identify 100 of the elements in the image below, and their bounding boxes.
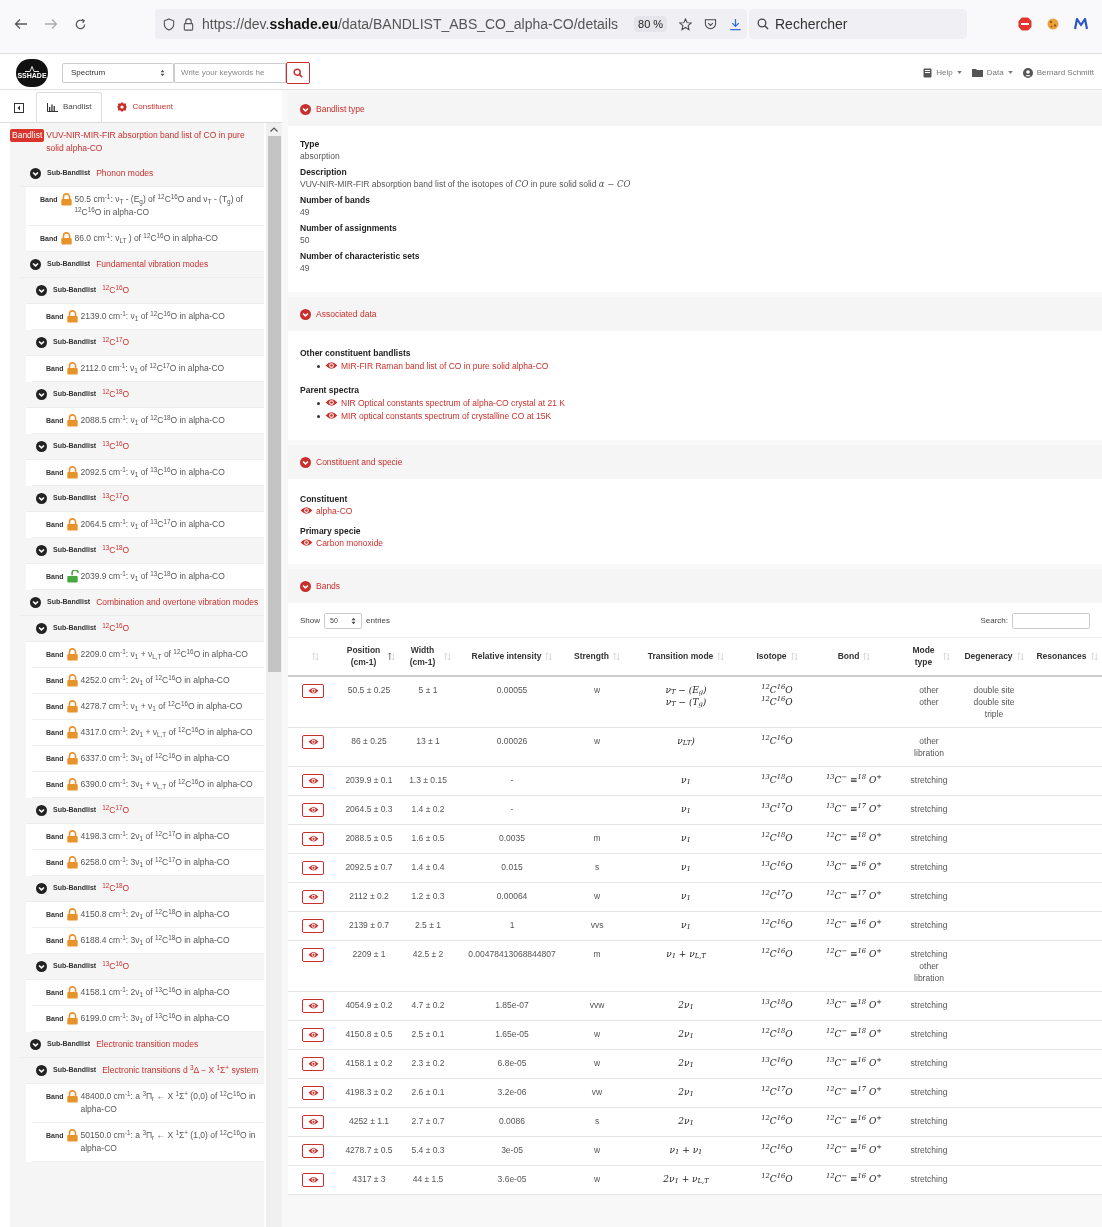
band-link[interactable]: 2064.5 cm$^{-1}$: ν$_{1}$ of $^{13}$C$^{17}$O in alpha-CO	[80, 518, 260, 531]
view-button[interactable]	[302, 1172, 324, 1187]
zoom-level[interactable]: 80 %	[634, 15, 668, 33]
menu-button[interactable]: Data	[971, 66, 1013, 79]
view-button[interactable]	[302, 1027, 324, 1042]
browser-search-field[interactable]: Rechercher	[749, 9, 967, 39]
column-header[interactable]: Bond	[837, 650, 860, 663]
view-button[interactable]	[302, 1085, 324, 1100]
column-header[interactable]: Mode type	[908, 644, 939, 669]
band-link[interactable]: 6199.0 cm$^{-1}$: 3ν$_{1}$ of $^{13}$C$^{16}$O in alpha-CO	[80, 1012, 260, 1025]
bandlist-title[interactable]: VUV-NIR-MIR-FIR absorption band list of CO in pure solid alpha-CO	[46, 129, 264, 155]
data-link[interactable]: MIR-FIR Raman band list of CO in pure solid alpha-CO	[325, 360, 549, 372]
pocket-icon[interactable]	[704, 17, 718, 31]
scroll-thumb[interactable]	[267, 136, 281, 672]
keyword-field[interactable]: Write your keywords he	[174, 62, 286, 83]
band-link[interactable]: 4317.0 cm$^{-1}$: 2ν$_{1}$ + ν$_{L,T}$ of $^{12}$C$^{16}$O in alpha-CO	[80, 726, 260, 739]
section-header[interactable]: Constituent and specie	[288, 445, 1102, 479]
cookie-icon[interactable]	[1046, 17, 1060, 31]
view-button[interactable]	[302, 860, 324, 875]
column-header[interactable]: Degeneracy	[964, 650, 1013, 663]
column-header[interactable]: Isotope	[756, 650, 787, 663]
band-link[interactable]: 6337.0 cm$^{-1}$: 3ν$_{1}$ of $^{12}$C$^{16}$O in alpha-CO	[80, 752, 260, 765]
extension-icon[interactable]	[1074, 18, 1088, 30]
view-button[interactable]	[302, 831, 324, 846]
band-link[interactable]: 4278.7 cm$^{-1}$: ν$_{1}$ + ν$_{1}$ of $^{12}$C$^{16}$O in alpha-CO	[80, 700, 260, 713]
view-button[interactable]	[302, 683, 324, 698]
band-link[interactable]: 2039.9 cm$^{-1}$: ν$_{1}$ of $^{13}$C$^{18}$O in alpha-CO	[80, 570, 260, 583]
table-cell-text: ν$_{T}$ − (E$_{g}$)	[664, 683, 708, 696]
reload-icon[interactable]	[74, 17, 87, 31]
table-search-field[interactable]	[1012, 613, 1090, 630]
table-cell-text: 4278.7 ± 0.5	[344, 1143, 394, 1156]
star-icon[interactable]	[679, 17, 693, 31]
band-link[interactable]: 6390.0 cm$^{-1}$: 3ν$_{1}$ + ν$_{L,T}$ of $^{12}$C$^{16}$O in alpha-CO	[80, 778, 260, 791]
view-button[interactable]	[302, 773, 324, 788]
section-header[interactable]: Associated data	[288, 297, 1102, 331]
eye-icon	[307, 1175, 319, 1184]
view-button[interactable]	[302, 1056, 324, 1071]
column-header[interactable]: Transition mode	[647, 650, 714, 663]
table-cell-text: stretching	[909, 947, 949, 960]
section-header[interactable]: Bands	[288, 569, 1102, 604]
user-menu[interactable]: Bernard Schmitt	[1022, 66, 1094, 79]
table-cell-text: 5.4 ± 0.3	[410, 1143, 446, 1156]
band-link[interactable]: 4158.1 cm$^{-1}$: 2ν$_{1}$ of $^{13}$C$^{16}$O in alpha-CO	[80, 986, 260, 999]
view-button[interactable]	[302, 1114, 324, 1129]
group-label: Parent spectra	[300, 384, 361, 396]
updown-icon	[160, 68, 165, 77]
band-link[interactable]: 4198.3 cm$^{-1}$: 2ν$_{1}$ of $^{12}$C$^{17}$O in alpha-CO	[80, 830, 260, 843]
column-header[interactable]: Relative intensity	[471, 650, 542, 663]
band-link[interactable]: 86.0 cm$^{-1}$: ν$_{LT}$ ) of $^{12}$C$^{16}$O in alpha-CO	[74, 232, 260, 245]
band-link[interactable]: 6258.0 cm$^{-1}$: 3ν$_{1}$ of $^{12}$C$^{17}$O in alpha-CO	[80, 856, 260, 869]
scroll-up-icon[interactable]	[270, 127, 278, 132]
view-button[interactable]	[302, 889, 324, 904]
view-button[interactable]	[302, 802, 324, 817]
data-link[interactable]: Carbon monoxide	[300, 536, 384, 549]
band-link[interactable]: 48400.0 cm$^{-1}$: a $^{3}$Π$_{r}$ ← X $^{1}$Σ$^{+}$ (0,0) of $^{12}$C$^{16}$O in alpha-CO	[80, 1090, 260, 1116]
data-link[interactable]: MIR optical constants spectrum of crystalline CO at 15K	[325, 410, 552, 422]
band-link[interactable]: 6188.4 cm$^{-1}$: 3ν$_{1}$ of $^{12}$C$^{18}$O in alpha-CO	[80, 934, 260, 947]
show-label: Show	[300, 615, 320, 628]
band-link[interactable]: 50.5 cm$^{-1}$: ν$_{T}$ - (E$_{g}$) of $^{12}$C$^{16}$O and ν$_{T}$ - (T$_{g}$) of $^{12}$C$^{16}$O in alpha-CO	[74, 193, 260, 219]
stop-sign-icon[interactable]	[1018, 17, 1032, 31]
band-link[interactable]: 2112.0 cm$^{-1}$: ν$_{1}$ of $^{12}$C$^{17}$O in alpha-CO	[80, 362, 260, 375]
subbandlist-title: Electronic transition modes	[96, 1038, 199, 1051]
band-link[interactable]: 4150.8 cm$^{-1}$: 2ν$_{1}$ of $^{12}$C$^{18}$O in alpha-CO	[80, 908, 260, 921]
view-button[interactable]	[302, 734, 324, 749]
sort-icon[interactable]	[387, 651, 395, 661]
column-header[interactable]: Strength	[574, 650, 609, 663]
table-cell-text: 2.7 ± 0.7	[410, 1114, 446, 1127]
back-arrow-icon[interactable]	[14, 18, 28, 30]
column-header[interactable]: Resonances	[1036, 650, 1087, 663]
address-bar[interactable]: https://dev.sshade.eu/data/BANDLIST_ABS_CO_alpha-CO/details 80 %	[155, 9, 747, 39]
band-link[interactable]: 2139.0 cm$^{-1}$: ν$_{1}$ of $^{12}$C$^{16}$O in alpha-CO	[80, 310, 260, 323]
band-link[interactable]: 2209.0 cm$^{-1}$: ν$_{1}$ + ν$_{L,T}$ of $^{12}$C$^{16}$O in alpha-CO	[80, 648, 260, 661]
table-cell-text: 0.0035	[498, 831, 526, 844]
view-button[interactable]	[302, 918, 324, 933]
view-button[interactable]	[302, 947, 324, 962]
menu-button[interactable]: Help	[923, 66, 962, 79]
band-link[interactable]: 50150.0 cm$^{-1}$: a $^{3}$Π$_{r}$ ← X $^{1}$Σ$^{+}$ (1,0) of $^{12}$C$^{16}$O in alpha-CO	[80, 1129, 260, 1155]
column-header[interactable]: Position (cm-1)	[343, 644, 384, 669]
scrollbar[interactable]	[266, 123, 282, 1227]
table-cell-text: 2.5 ± 1	[414, 918, 442, 931]
download-icon[interactable]	[729, 17, 743, 31]
tab[interactable]: Bandlist	[36, 92, 103, 122]
band-link[interactable]: 2088.5 cm$^{-1}$: ν$_{1}$ of $^{12}$C$^{18}$O in alpha-CO	[80, 414, 260, 427]
subbandlist-title: $^{12}$C$^{17}$O	[102, 804, 130, 817]
peak-icon	[25, 65, 39, 72]
search-button[interactable]	[286, 61, 310, 84]
view-button[interactable]	[302, 998, 324, 1013]
table-cell-text: -	[509, 773, 515, 786]
subbandlist-title: $^{12}$C$^{17}$O	[102, 336, 130, 349]
scope-select[interactable]: Spectrum	[62, 62, 174, 83]
data-link[interactable]: NIR Optical constants spectrum of alpha-CO crystal at 21 K	[325, 397, 565, 409]
column-header[interactable]: Width (cm-1)	[405, 644, 440, 669]
band-link[interactable]: 4252.0 cm$^{-1}$: 2ν$_{1}$ of $^{12}$C$^{16}$O in alpha-CO	[80, 674, 260, 687]
table-cell-text: w	[592, 683, 602, 696]
data-link[interactable]: alpha-CO	[300, 505, 353, 517]
tab[interactable]: Constituent	[106, 92, 184, 122]
collapse-icon[interactable]	[14, 103, 24, 113]
band-link[interactable]: 2092.5 cm$^{-1}$: ν$_{1}$ of $^{13}$C$^{16}$O in alpha-CO	[80, 466, 260, 479]
section-header[interactable]: Bandlist type	[288, 92, 1102, 126]
view-button[interactable]	[302, 1143, 324, 1158]
